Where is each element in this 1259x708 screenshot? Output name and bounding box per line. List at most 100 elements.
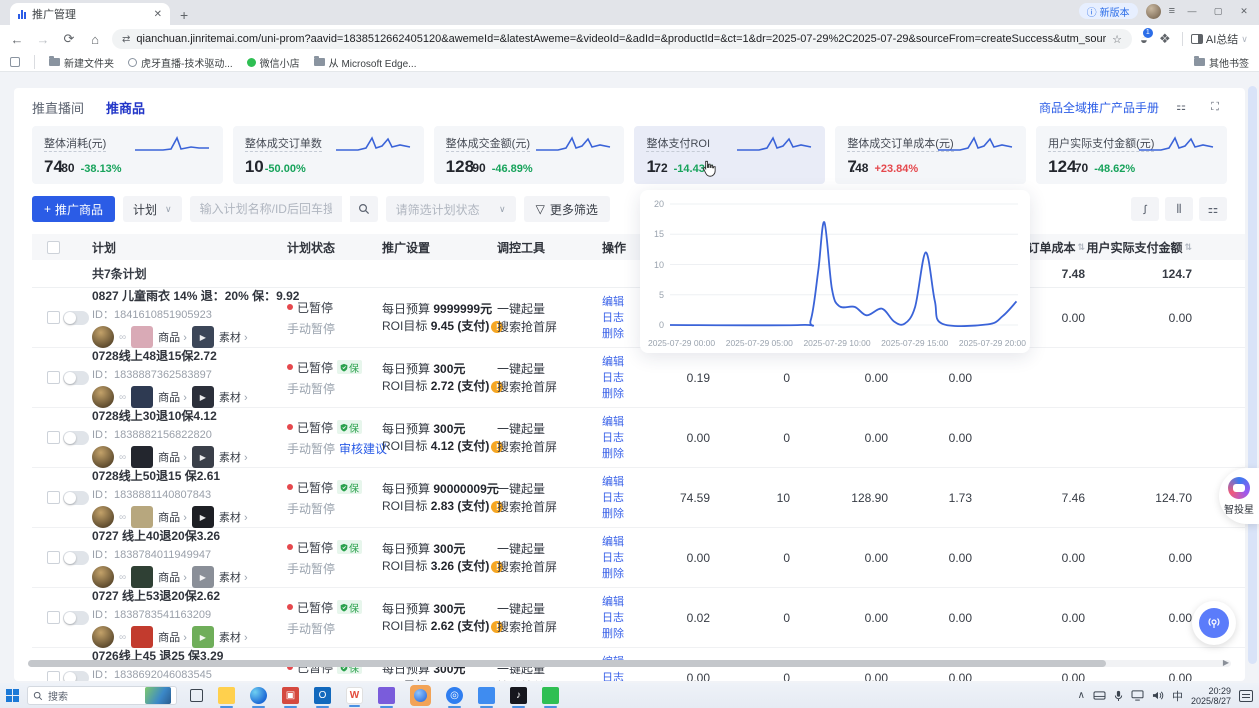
taskbar-app[interactable] — [250, 687, 267, 704]
delete-link[interactable]: 删除 — [602, 506, 642, 522]
one-key-boost-link[interactable]: 一键起量 — [497, 480, 602, 498]
metric-card[interactable]: 整体成交订单数 10 -50.00% — [233, 126, 424, 184]
sort-icon[interactable]: ⇅ — [1077, 242, 1085, 253]
log-link[interactable]: 日志 — [602, 670, 642, 682]
taskbar-app[interactable] — [410, 685, 431, 706]
plan-title[interactable]: 0728线上48退15保2.72 — [92, 347, 287, 364]
microphone-icon[interactable] — [1114, 690, 1123, 702]
material-thumbnail[interactable] — [192, 446, 214, 468]
taskbar-app[interactable]: W — [346, 687, 363, 704]
plan-type-select[interactable]: 计划∨ — [123, 196, 182, 222]
metric-card[interactable]: 用户实际支付金额(元) 124.70 -48.62% — [1036, 126, 1227, 184]
site-settings-icon[interactable]: ⇄ — [122, 34, 130, 45]
network-monitor-icon[interactable] — [1131, 690, 1144, 701]
row-toggle[interactable] — [63, 431, 89, 445]
taskbar-app[interactable] — [378, 687, 395, 704]
new-version-button[interactable]: ⓘ新版本 — [1079, 3, 1138, 19]
plan-status-select[interactable]: 请筛选计划状态∨ — [386, 196, 516, 222]
row-checkbox[interactable] — [47, 311, 60, 324]
more-filters-button[interactable]: ▽更多筛选 — [524, 196, 610, 222]
taskbar-app[interactable]: ◎ — [446, 687, 463, 704]
search-top-screen-link[interactable]: 搜索抢首屏 — [497, 378, 602, 396]
bookmark-item[interactable]: 虎牙直播-技术驱动... — [128, 55, 233, 70]
taskbar-app[interactable]: ♪ — [510, 687, 527, 704]
row-checkbox[interactable] — [47, 371, 60, 384]
one-key-boost-link[interactable]: 一键起量 — [497, 360, 602, 378]
taskbar-app[interactable]: ▣ — [282, 687, 299, 704]
extension-icon[interactable]: ◒1 — [1140, 32, 1148, 47]
row-checkbox[interactable] — [47, 491, 60, 504]
new-tab-button[interactable]: + — [180, 7, 188, 25]
ime-indicator[interactable]: 中 — [1172, 688, 1183, 704]
row-toggle[interactable] — [63, 311, 89, 325]
metric-card[interactable]: 整体消耗(元) 74.80 -38.13% — [32, 126, 223, 184]
metric-card[interactable]: 整体支付ROI 1.72 -14.43% — [634, 126, 825, 184]
row-toggle[interactable] — [63, 611, 89, 625]
product-thumbnail[interactable] — [131, 326, 153, 348]
taskbar-app[interactable] — [218, 687, 235, 704]
warning-icon[interactable]: ! — [433, 681, 445, 682]
page-tab[interactable]: 推商品 — [106, 98, 145, 117]
product-thumbnail[interactable] — [131, 386, 153, 408]
horizontal-scrollbar[interactable]: ▶ — [28, 660, 1231, 667]
search-top-screen-link[interactable]: 搜索抢首屏 — [497, 678, 602, 682]
notification-center-icon[interactable] — [1239, 690, 1253, 702]
search-top-screen-link[interactable]: 搜索抢首屏 — [497, 318, 602, 336]
scrollbar-thumb[interactable] — [28, 660, 1106, 667]
one-key-boost-link[interactable]: 一键起量 — [497, 600, 602, 618]
plan-title[interactable]: 0827 儿童雨衣 14% 退：20% 保：9.92 — [92, 287, 287, 304]
one-key-boost-link[interactable]: 一键起量 — [497, 420, 602, 438]
search-button[interactable] — [350, 196, 378, 222]
edit-link[interactable]: 编辑 — [602, 594, 642, 610]
product-link[interactable]: 商品 › — [158, 569, 187, 585]
product-link[interactable]: 商品 › — [158, 509, 187, 525]
address-bar[interactable]: ⇄ qianchuan.jinritemai.com/uni-prom?aavi… — [112, 29, 1132, 49]
product-thumbnail[interactable] — [131, 626, 153, 648]
export-icon[interactable]: ꭍ — [1131, 197, 1159, 221]
delete-link[interactable]: 删除 — [602, 326, 642, 342]
fullscreen-icon[interactable]: ⛶ — [1203, 98, 1227, 116]
material-link[interactable]: 素材 › — [219, 629, 248, 645]
edit-link[interactable]: 编辑 — [602, 414, 642, 430]
taskbar-clock[interactable]: 20:292025/8/27 — [1191, 686, 1231, 706]
forward-icon[interactable]: → — [34, 32, 52, 47]
review-suggestion-link[interactable]: 审核建议 — [339, 442, 387, 456]
product-link[interactable]: 商品 › — [158, 329, 187, 345]
extensions-puzzle-icon[interactable]: ❖ — [1156, 31, 1174, 47]
product-thumbnail[interactable] — [131, 566, 153, 588]
touchpad-icon[interactable] — [1093, 690, 1106, 701]
delete-link[interactable]: 删除 — [602, 446, 642, 462]
row-checkbox[interactable] — [47, 671, 60, 681]
product-link[interactable]: 商品 › — [158, 629, 187, 645]
delete-link[interactable]: 删除 — [602, 386, 642, 402]
col-overall[interactable]: 整体 — [1192, 239, 1245, 256]
edit-link[interactable]: 编辑 — [602, 474, 642, 490]
product-manual-link[interactable]: 商品全域推广产品手册 — [1039, 99, 1159, 116]
start-button[interactable] — [6, 689, 20, 703]
row-checkbox[interactable] — [47, 611, 60, 624]
profile-avatar[interactable] — [1146, 4, 1161, 19]
edit-link[interactable]: 编辑 — [602, 354, 642, 370]
row-checkbox[interactable] — [47, 551, 60, 564]
material-link[interactable]: 素材 › — [219, 449, 248, 465]
search-top-screen-link[interactable]: 搜索抢首屏 — [497, 558, 602, 576]
row-toggle[interactable] — [63, 491, 89, 505]
browser-menu-icon[interactable]: ≡ — [1169, 5, 1175, 17]
plan-title[interactable]: 0727 线上40退20保3.26 — [92, 527, 287, 544]
log-link[interactable]: 日志 — [602, 490, 642, 506]
row-toggle[interactable] — [63, 671, 89, 682]
bookmark-star-icon[interactable]: ☆ — [1112, 33, 1122, 46]
custom-settings-icon[interactable]: ⚏ — [1199, 197, 1227, 221]
plan-title[interactable]: 0728线上30退10保4.12 — [92, 407, 287, 424]
plan-title[interactable]: 0727 线上53退20保2.62 — [92, 587, 287, 604]
search-top-screen-link[interactable]: 搜索抢首屏 — [497, 498, 602, 516]
one-key-boost-link[interactable]: 一键起量 — [497, 300, 602, 318]
material-link[interactable]: 素材 › — [219, 569, 248, 585]
ai-summary-button[interactable]: AI总结∨ — [1191, 31, 1248, 47]
layout-settings-icon[interactable]: ⚏ — [1169, 98, 1193, 116]
product-link[interactable]: 商品 › — [158, 389, 187, 405]
search-top-screen-link[interactable]: 搜索抢首屏 — [497, 438, 602, 456]
edit-link[interactable]: 编辑 — [602, 534, 642, 550]
bookmark-item[interactable]: 从 Microsoft Edge... — [314, 55, 417, 70]
col-status[interactable]: 计划状态 — [287, 239, 382, 256]
